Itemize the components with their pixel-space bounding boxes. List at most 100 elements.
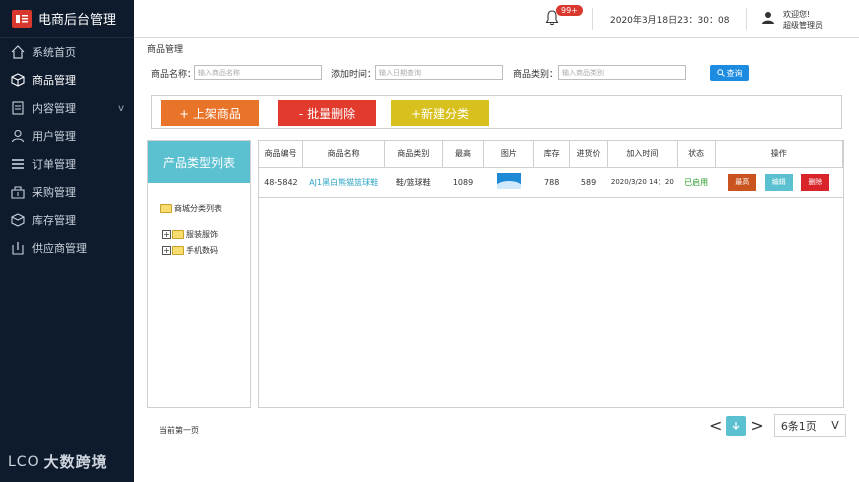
tree-node-label: 手机数码 [186, 246, 218, 255]
column-header: 图片 [483, 141, 535, 168]
table-row[interactable]: 48-5842 AJ1黑白熊猫篮球鞋 鞋/篮球鞋 1089 788 589 20… [259, 167, 843, 198]
tree-node[interactable]: + 服装服饰 [162, 229, 218, 240]
tree-node[interactable]: + 手机数码 [162, 245, 218, 256]
user-icon [10, 128, 26, 144]
user-avatar-icon[interactable] [761, 11, 775, 25]
sidebar-item-purchasing[interactable]: 采购管理 [0, 178, 134, 206]
footer-logo-mark: LCO [8, 453, 40, 470]
footer-logo: LCO 大数跨境 [8, 451, 108, 472]
column-header: 最高 [442, 141, 485, 168]
welcome-block: 欢迎您! 超级管理员 [783, 9, 823, 31]
top-bar: 99+ 2020年3月18日23：30：08 欢迎您! 超级管理员 [134, 0, 859, 38]
sidebar-item-label: 内容管理 [32, 102, 76, 115]
sidebar-item-label: 用户管理 [32, 130, 76, 143]
product-added-time: 2020/3/20 14：20 [607, 167, 678, 198]
delete-button[interactable]: 删除 [801, 173, 830, 191]
cube-icon [10, 72, 26, 88]
welcome-text: 欢迎您! [783, 10, 811, 19]
sidebar-item-content[interactable]: 内容管理 v [0, 94, 134, 122]
tree-root-label: 商城分类列表 [174, 204, 222, 213]
column-header: 商品编号 [259, 141, 304, 168]
notification-badge: 99+ [556, 5, 583, 16]
chevron-down-icon: V [831, 419, 839, 432]
category-filter-label: 商品类别： [513, 70, 559, 80]
brand-logo-icon [12, 9, 32, 28]
product-category: 鞋/篮球鞋 [384, 167, 443, 198]
sidebar-item-label: 采购管理 [32, 186, 76, 199]
sidebar: 电商后台管理 系统首页 商品管理 内容管理 v 用户管理 订单管理 采购管理 库… [0, 0, 134, 482]
current-page-text: 当前第一页 [159, 426, 199, 435]
chevron-down-icon: v [118, 102, 124, 114]
cart-icon [10, 184, 26, 200]
folder-icon [160, 204, 172, 213]
user-role: 超级管理员 [783, 21, 823, 30]
product-purchase-price: 589 [569, 167, 608, 198]
expand-icon[interactable]: + [162, 230, 171, 239]
search-button[interactable]: 查询 [710, 65, 749, 81]
add-product-button[interactable]: + 上架商品 [161, 100, 259, 126]
sidebar-item-label: 商品管理 [32, 74, 76, 87]
tree-root[interactable]: 商城分类列表 [160, 203, 222, 214]
operations-cell: 最高 编辑 删除 [715, 167, 843, 198]
new-category-button[interactable]: +新建分类 [391, 100, 489, 126]
edit-button[interactable]: 编辑 [764, 173, 793, 191]
filter-bar: 商品名称： 输入商品名称 添加时间： 输入日期查询 商品类别： 输入商品类别 查… [151, 65, 851, 81]
main-content: 商品管理 商品名称： 输入商品名称 添加时间： 输入日期查询 商品类别： 输入商… [134, 38, 859, 482]
sidebar-item-suppliers[interactable]: 供应商管理 [0, 234, 134, 262]
column-header: 商品名称 [302, 141, 385, 168]
batch-delete-button[interactable]: - 批量删除 [278, 100, 376, 126]
expand-icon[interactable]: + [162, 246, 171, 255]
column-header: 操作 [715, 141, 843, 168]
sidebar-item-users[interactable]: 用户管理 [0, 122, 134, 150]
name-filter-label: 商品名称： [151, 70, 197, 80]
product-table: 商品编号 商品名称 商品类别 最高 图片 库存 进货价 加入时间 状态 操作 4… [259, 141, 843, 198]
current-page-indicator[interactable] [726, 415, 747, 436]
pagination: < > 6条1页 V [705, 414, 846, 437]
sidebar-item-label: 系统首页 [32, 46, 76, 59]
divider [592, 8, 593, 30]
product-name-input[interactable]: 输入商品名称 [194, 65, 322, 80]
product-id: 48-5842 [259, 167, 303, 198]
sidebar-item-inventory[interactable]: 库存管理 [0, 206, 134, 234]
sidebar-item-label: 库存管理 [32, 214, 76, 227]
current-datetime: 2020年3月18日23：30：08 [610, 16, 730, 26]
divider [746, 8, 747, 30]
list-icon [10, 156, 26, 172]
supplier-icon [10, 240, 26, 256]
action-bar: + 上架商品 - 批量删除 +新建分类 [151, 95, 842, 129]
box-icon [10, 212, 26, 228]
sidebar-item-label: 供应商管理 [32, 242, 87, 255]
page-icon [732, 421, 740, 430]
search-icon [716, 69, 725, 77]
sidebar-item-orders[interactable]: 订单管理 [0, 150, 134, 178]
sidebar-item-products[interactable]: 商品管理 [0, 66, 134, 94]
status-badge: 已启用 [677, 167, 716, 198]
category-tree-panel: 产品类型列表 商城分类列表 + 服装服饰 + 手机数码 [147, 140, 251, 408]
category-input[interactable]: 输入商品类别 [558, 65, 686, 80]
folder-icon [172, 246, 184, 255]
breadcrumb: 商品管理 [147, 45, 184, 55]
product-table-panel: 商品编号 商品名称 商品类别 最高 图片 库存 进货价 加入时间 状态 操作 4… [258, 140, 844, 408]
column-header: 商品类别 [384, 141, 443, 168]
product-stock: 788 [533, 167, 570, 198]
search-button-label: 查询 [726, 68, 743, 78]
sidebar-item-label: 订单管理 [32, 158, 76, 171]
column-header: 状态 [677, 141, 716, 168]
folder-icon [172, 230, 184, 239]
per-page-select[interactable]: 6条1页 V [773, 414, 846, 437]
sidebar-item-home[interactable]: 系统首页 [0, 38, 134, 66]
product-name-link[interactable]: AJ1黑白熊猫篮球鞋 [302, 167, 385, 198]
app-title: 电商后台管理 [38, 13, 117, 28]
highest-button[interactable]: 最高 [728, 173, 757, 191]
next-page-button[interactable]: > [750, 416, 763, 435]
document-icon [10, 100, 26, 116]
prev-page-button[interactable]: < [709, 416, 722, 435]
sidebar-nav: 系统首页 商品管理 内容管理 v 用户管理 订单管理 采购管理 库存管理 供应商… [0, 38, 134, 262]
footer-logo-text: 大数跨境 [43, 453, 108, 471]
image-thumbnail-icon[interactable] [496, 173, 521, 189]
tree-node-label: 服装服饰 [186, 230, 218, 239]
product-max: 1089 [442, 167, 484, 198]
add-time-input[interactable]: 输入日期查询 [375, 65, 503, 80]
home-icon [10, 44, 26, 60]
tree-title: 产品类型列表 [148, 141, 250, 183]
